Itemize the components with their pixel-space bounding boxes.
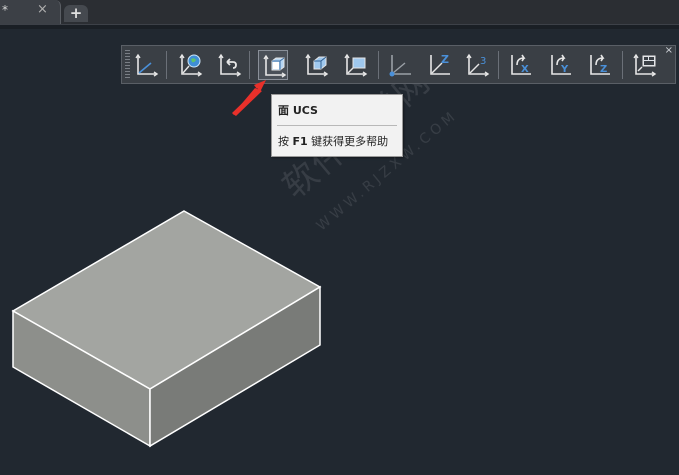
tooltip-help-key: F1 xyxy=(292,135,308,148)
tooltip-help-prefix: 按 xyxy=(278,135,293,148)
tooltip-title: 面 UCS xyxy=(278,104,318,117)
annotation-arrow xyxy=(232,80,266,116)
tooltip-divider xyxy=(277,125,397,126)
face-ucs-tooltip: 面 UCS 按 F1 键获得更多帮助 xyxy=(271,94,403,157)
tooltip-help-suffix: 键获得更多帮助 xyxy=(307,135,389,148)
tooltip-help-text: 按 F1 键获得更多帮助 xyxy=(278,133,388,149)
